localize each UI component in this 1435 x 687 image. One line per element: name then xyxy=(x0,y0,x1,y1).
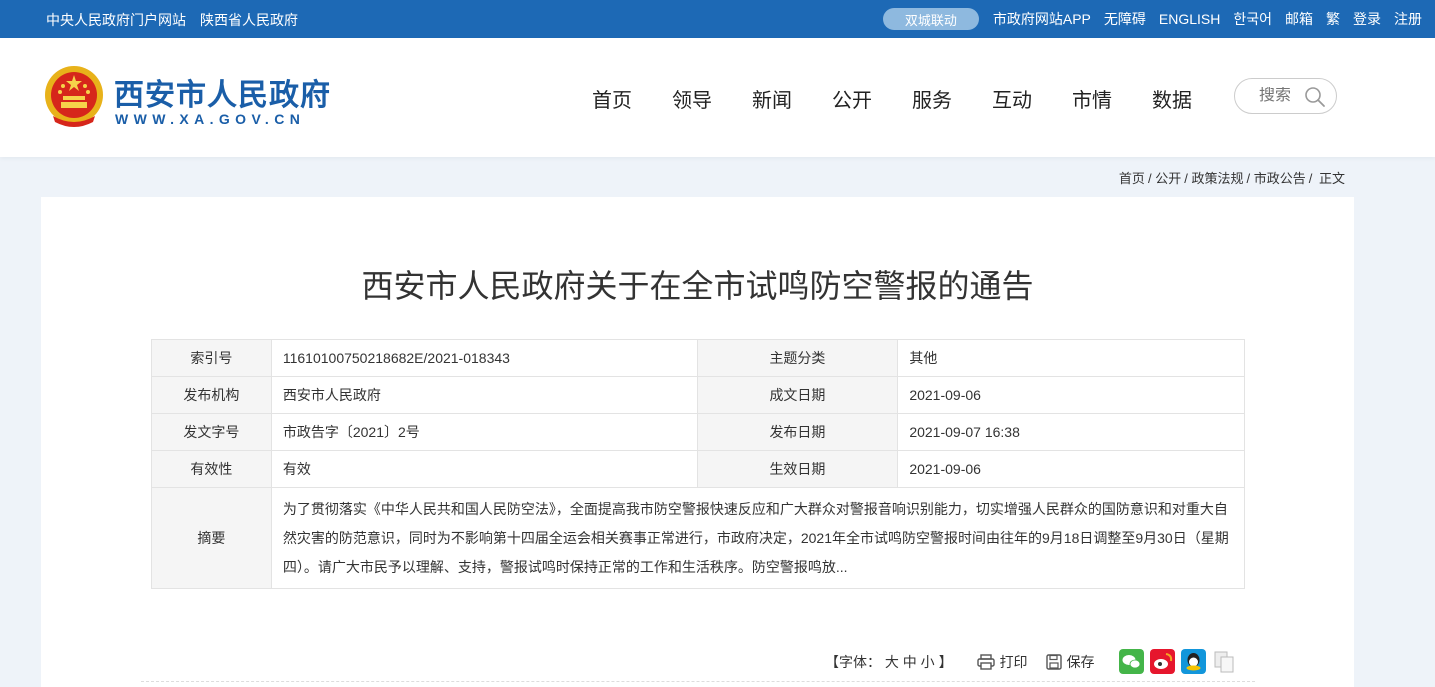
font-size-control: 【字体： 大 中 小 】 xyxy=(825,653,953,670)
save-button[interactable]: 保存 xyxy=(1045,652,1095,672)
meta-value: 2021-09-07 16:38 xyxy=(897,413,1245,451)
meta-value: 2021-09-06 xyxy=(897,376,1245,414)
nav-news[interactable]: 新闻 xyxy=(732,84,812,113)
meta-value: 2021-09-06 xyxy=(897,450,1245,488)
print-button[interactable]: 打印 xyxy=(976,652,1028,672)
meta-value: 其他 xyxy=(897,339,1245,377)
breadcrumb-public[interactable]: 公开 xyxy=(1155,171,1181,186)
meta-label: 发布日期 xyxy=(696,413,899,451)
site-url: WWW.XA.GOV.CN xyxy=(115,111,306,127)
nav-city-info[interactable]: 市情 xyxy=(1052,84,1132,113)
link-traditional[interactable]: 繁 xyxy=(1326,9,1340,29)
link-accessibility[interactable]: 无障碍 xyxy=(1104,9,1146,29)
meta-value: 西安市人民政府 xyxy=(270,376,698,414)
link-login[interactable]: 登录 xyxy=(1353,9,1381,29)
top-bar-right-links: 双城联动 市政府网站APP 无障碍 ENGLISH 한국어 邮箱 繁 登录 注册 xyxy=(882,7,1435,31)
link-shaanxi-gov[interactable]: 陕西省人民政府 xyxy=(200,10,298,30)
article-title: 西安市人民政府关于在全市试鸣防空警报的通告 xyxy=(361,268,1034,304)
article-panel: 西安市人民政府关于在全市试鸣防空警报的通告 索引号 11610100750218… xyxy=(41,197,1354,687)
share-buttons xyxy=(1118,649,1237,674)
nav-home[interactable]: 首页 xyxy=(572,84,652,113)
font-small-button[interactable]: 小 xyxy=(921,654,935,670)
table-row: 发布机构 西安市人民政府 成文日期 2021-09-06 xyxy=(151,376,1245,414)
nav-public[interactable]: 公开 xyxy=(812,84,892,113)
table-row: 索引号 11610100750218682E/2021-018343 主题分类 … xyxy=(151,339,1245,377)
table-row: 摘要 为了贯彻落实《中华人民共和国人民防空法》，全面提高我市防空警报快速反应和广… xyxy=(151,487,1246,589)
meta-value: 有效 xyxy=(270,450,698,488)
weibo-icon[interactable] xyxy=(1149,649,1175,674)
nav-leaders[interactable]: 领导 xyxy=(652,84,732,113)
meta-value: 市政告字〔2021〕2号 xyxy=(270,413,698,451)
link-central-gov[interactable]: 中央人民政府门户网站 xyxy=(46,10,186,30)
meta-label: 成文日期 xyxy=(696,376,899,414)
link-korean[interactable]: 한국어 xyxy=(1233,9,1272,29)
breadcrumb-policy[interactable]: 政策法规 xyxy=(1191,171,1243,186)
table-row: 有效性 有效 生效日期 2021-09-06 xyxy=(151,450,1245,488)
site-title[interactable]: 西安市人民政府 xyxy=(114,70,331,114)
link-app[interactable]: 市政府网站APP xyxy=(993,9,1091,29)
main-nav: 首页 领导 新闻 公开 服务 互动 市情 数据 xyxy=(572,84,1212,113)
breadcrumb-home[interactable]: 首页 xyxy=(1119,171,1145,186)
meta-value: 11610100750218682E/2021-018343 xyxy=(270,339,698,377)
divider xyxy=(141,681,1255,682)
nav-interaction[interactable]: 互动 xyxy=(972,84,1052,113)
top-bar-left-links: 中央人民政府门户网站 陕西省人民政府 xyxy=(46,10,298,30)
breadcrumb: 首页 / 公开 / 政策法规 / 市政公告 / 正文 xyxy=(1118,171,1345,186)
font-medium-button[interactable]: 中 xyxy=(903,654,917,670)
wechat-icon[interactable] xyxy=(1118,649,1144,674)
top-bar: 中央人民政府门户网站 陕西省人民政府 双城联动 市政府网站APP 无障碍 ENG… xyxy=(0,0,1435,38)
save-icon xyxy=(1045,653,1062,670)
breadcrumb-announcements[interactable]: 市政公告 xyxy=(1254,171,1306,186)
abstract-label: 摘要 xyxy=(151,487,272,589)
meta-table: 索引号 11610100750218682E/2021-018343 主题分类 … xyxy=(151,339,1246,589)
link-english[interactable]: ENGLISH xyxy=(1159,11,1220,27)
dual-city-button[interactable]: 双城联动 xyxy=(882,8,979,30)
national-emblem-icon xyxy=(45,66,103,127)
table-row: 发文字号 市政告字〔2021〕2号 发布日期 2021-09-07 16:38 xyxy=(151,413,1245,451)
meta-label: 主题分类 xyxy=(696,339,899,377)
font-large-button[interactable]: 大 xyxy=(885,654,899,670)
qq-icon[interactable] xyxy=(1180,649,1206,674)
meta-label: 有效性 xyxy=(151,450,272,488)
meta-label: 索引号 xyxy=(151,339,272,377)
article-tools: 【字体： 大 中 小 】 打印 保存 xyxy=(825,649,1237,674)
link-mail[interactable]: 邮箱 xyxy=(1285,9,1313,29)
printer-icon xyxy=(976,653,995,670)
meta-label: 生效日期 xyxy=(696,450,899,488)
meta-label: 发文字号 xyxy=(151,413,272,451)
meta-label: 发布机构 xyxy=(151,376,272,414)
copy-link-icon[interactable] xyxy=(1212,649,1237,674)
search-icon[interactable] xyxy=(1304,86,1326,108)
nav-services[interactable]: 服务 xyxy=(892,84,972,113)
site-header: 西安市人民政府 WWW.XA.GOV.CN 首页 领导 新闻 公开 服务 互动 … xyxy=(0,38,1435,157)
search-box xyxy=(1234,78,1337,114)
link-register[interactable]: 注册 xyxy=(1394,9,1422,29)
breadcrumb-current: 正文 xyxy=(1318,171,1345,186)
abstract-text: 为了贯彻落实《中华人民共和国人民防空法》，全面提高我市防空警报快速反应和广大群众… xyxy=(270,487,1246,589)
nav-data[interactable]: 数据 xyxy=(1132,84,1212,113)
